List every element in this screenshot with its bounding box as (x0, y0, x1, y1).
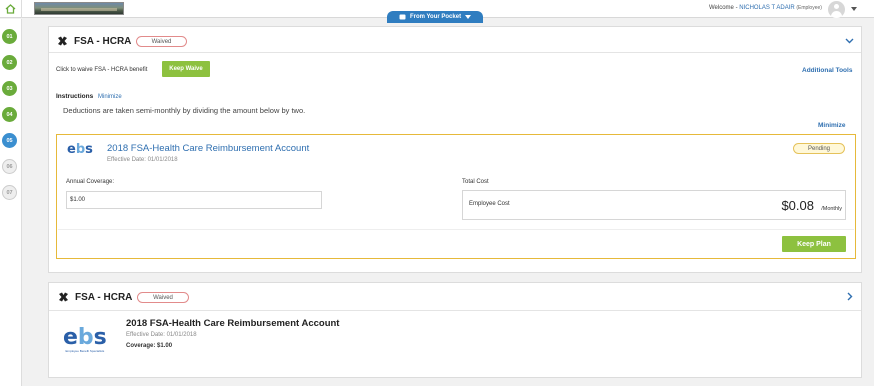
welcome-text: Welcome - NICHOLAS T ADAIR (Employee) (709, 5, 822, 11)
home-button[interactable] (0, 0, 22, 18)
plan-effective-date: Effective Date: 01/01/2018 (126, 332, 197, 338)
step-sidebar: 01 02 03 04 05 06 07 (0, 19, 22, 386)
employee-cost-label: Employee Cost (469, 201, 510, 207)
chevron-right-icon[interactable] (847, 292, 853, 301)
welcome-prefix: Welcome - (709, 5, 738, 11)
plan-footer-divider (58, 229, 854, 230)
home-icon (5, 4, 16, 14)
from-your-pocket-tab[interactable]: From Your Pocket (387, 11, 483, 23)
instructions-text: Deductions are taken semi-monthly by div… (63, 106, 306, 115)
caret-down-icon (465, 15, 472, 19)
chevron-down-icon[interactable] (845, 38, 854, 44)
step-06[interactable]: 06 (2, 159, 17, 174)
pending-badge: Pending (793, 143, 845, 154)
logo-letter: s (93, 325, 107, 350)
step-03[interactable]: 03 (2, 81, 17, 96)
logo-letter: b (77, 325, 94, 350)
step-01[interactable]: 01 (2, 29, 17, 44)
section-title: FSA - HCRA (75, 292, 133, 303)
total-cost-panel: Employee Cost $0.08 /Monthly (462, 190, 846, 220)
annual-coverage-input[interactable]: $1.00 (66, 191, 322, 209)
instructions-label: Instructions (56, 93, 94, 100)
wallet-icon (399, 14, 406, 20)
user-name-link[interactable]: NICHOLAS T ADAIR (739, 5, 794, 11)
user-menu-caret-icon[interactable] (851, 7, 857, 11)
waive-prompt: Click to waive FSA - HCRA benefit (56, 67, 148, 73)
benefit-shield-icon (58, 36, 67, 46)
plan-minimize-link[interactable]: Minimize (818, 122, 845, 129)
logo-letter: s (85, 142, 93, 157)
fsa-hcra-section-expanded: FSA - HCRA Waived Click to waive FSA - H… (48, 26, 862, 273)
keep-plan-button[interactable]: Keep Plan (782, 236, 846, 252)
logo-tagline: Employee Benefit Specialists (65, 349, 105, 353)
annual-coverage-label: Annual Coverage: (66, 179, 115, 185)
logo-letter: b (75, 142, 86, 157)
plan-name[interactable]: 2018 FSA-Health Care Reimbursement Accou… (107, 143, 309, 154)
plan-coverage: Coverage: $1.00 (126, 343, 173, 349)
eds-logo: e b s (67, 143, 93, 156)
eds-logo: e b s Employee Benefit Specialists (63, 325, 107, 354)
benefit-shield-icon (59, 292, 68, 302)
step-04[interactable]: 04 (2, 107, 17, 122)
company-banner-image (34, 2, 124, 15)
plan-effective-date: Effective Date: 01/01/2018 (107, 157, 178, 163)
header-divider (49, 310, 861, 311)
logo-letter: e (63, 325, 78, 350)
plan-card: e b s 2018 FSA-Health Care Reimbursement… (56, 134, 856, 259)
keep-waive-button[interactable]: Keep Waive (162, 61, 210, 77)
step-05[interactable]: 05 (2, 133, 17, 148)
section-title: FSA - HCRA (74, 36, 132, 47)
annual-coverage-value: $1.00 (70, 197, 86, 203)
status-badge: Waived (136, 36, 187, 47)
total-cost-label: Total Cost (462, 179, 489, 185)
employee-cost-value: $0.08 (781, 198, 814, 213)
status-badge: Waived (137, 292, 189, 303)
fsa-hcra-section-collapsed: FSA - HCRA Waived e b s Employee Benefit… (48, 282, 862, 378)
pocket-tab-label: From Your Pocket (409, 14, 462, 20)
employee-cost-period: /Monthly (821, 206, 842, 212)
additional-tools-link[interactable]: Additional Tools (802, 67, 852, 74)
step-07[interactable]: 07 (2, 185, 17, 200)
logo-letter: e (67, 142, 76, 157)
user-role: (Employee) (796, 5, 822, 11)
step-02[interactable]: 02 (2, 55, 17, 70)
plan-name: 2018 FSA-Health Care Reimbursement Accou… (126, 318, 340, 329)
header-divider (49, 52, 861, 53)
user-avatar[interactable] (828, 1, 845, 18)
instructions-minimize-link[interactable]: Minimize (98, 94, 122, 100)
